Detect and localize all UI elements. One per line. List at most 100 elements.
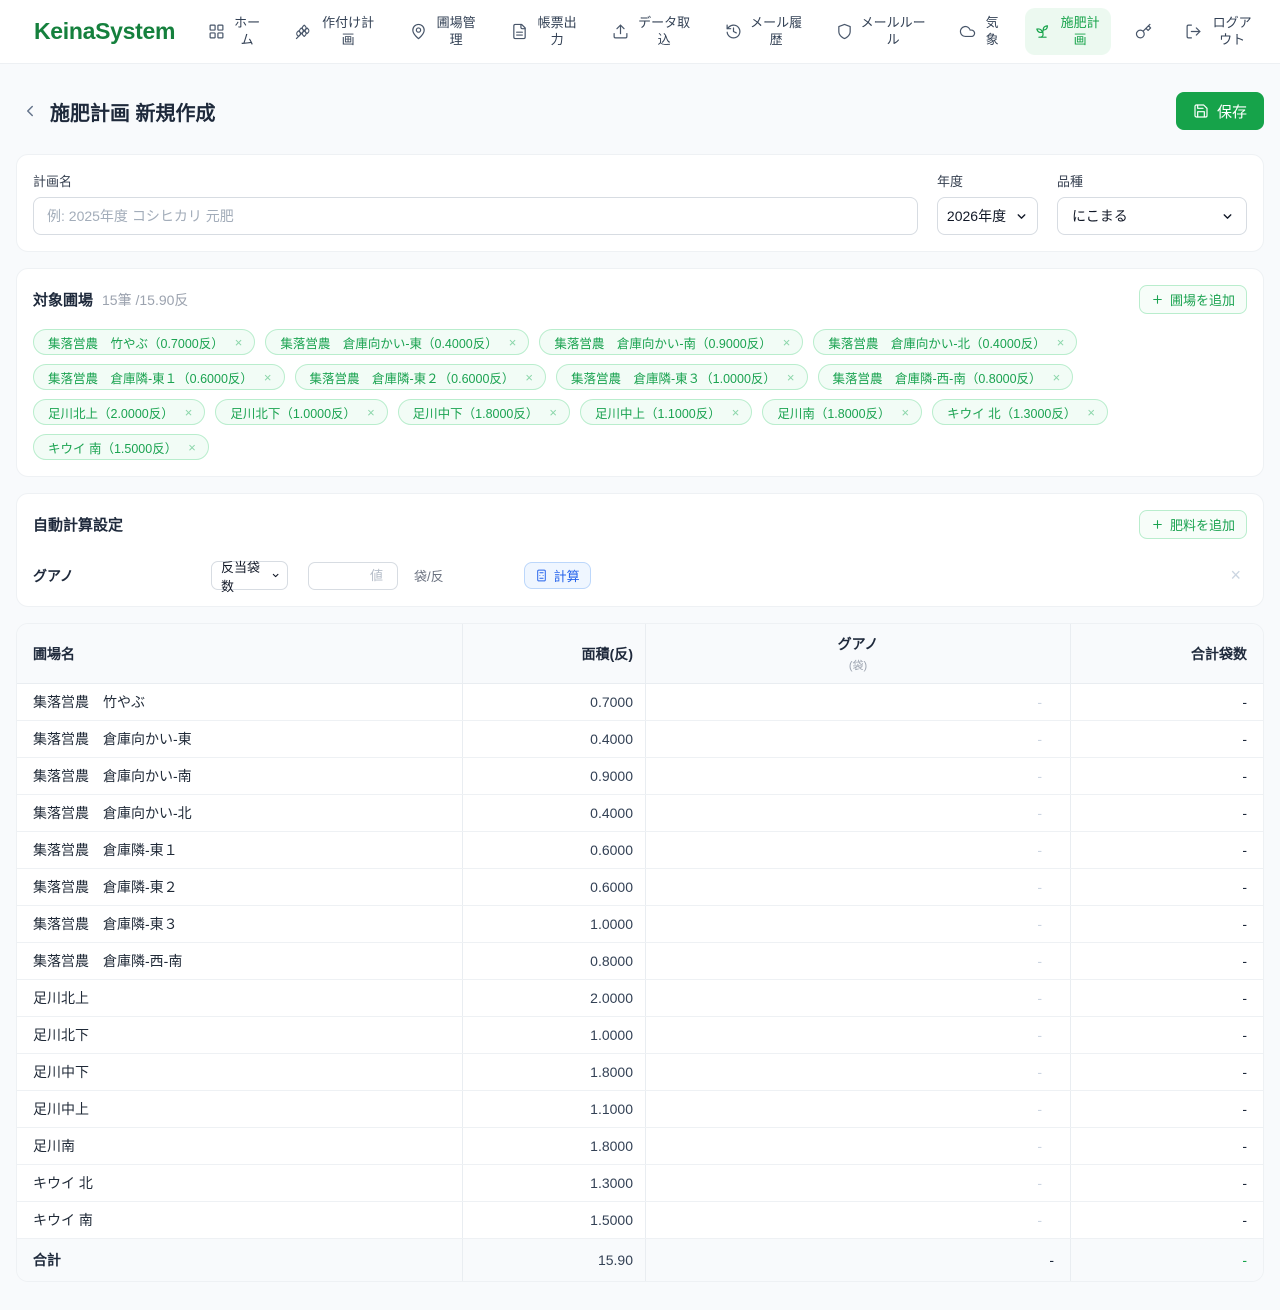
- target-fields-title: 対象圃場: [33, 292, 94, 309]
- add-field-button-label: 圃場を追加: [1169, 293, 1235, 308]
- nav-item-field-management[interactable]: 圃場管理: [401, 8, 487, 56]
- nav-item-password[interactable]: [1126, 16, 1161, 47]
- plan-name-input[interactable]: [33, 197, 918, 235]
- add-fertilizer-button[interactable]: 肥料を追加: [1138, 510, 1247, 539]
- total-bags-cell: -: [1242, 1064, 1247, 1080]
- field-chip: 集落営農 竹やぶ（0.7000反） ×: [33, 329, 256, 355]
- field-chip-label: キウイ 南（1.5000反）: [48, 441, 178, 456]
- upload-icon: [613, 24, 628, 39]
- total-bags-cell: -: [1242, 1175, 1247, 1191]
- auto-calc-card: 自動計算設定 肥料を追加 グアノ 反当袋数 袋/反 計算 ×: [16, 493, 1264, 607]
- back-button[interactable]: [16, 97, 44, 125]
- header-fertilizer-unit: (袋): [848, 660, 868, 672]
- total-bags-cell: -: [1242, 990, 1247, 1006]
- total-bags-cell: -: [1242, 916, 1247, 932]
- guano-cell[interactable]: -: [646, 1202, 1071, 1238]
- nav-item-fertilization-plan[interactable]: 施肥計画: [1025, 7, 1112, 56]
- remove-chip-icon[interactable]: ×: [188, 441, 196, 454]
- area-cell: 1.1000: [463, 1091, 646, 1127]
- variety-select[interactable]: にこまる: [1057, 197, 1247, 235]
- header-area: 面積(反): [463, 624, 646, 683]
- field-chip-label: 足川北下（1.0000反）: [230, 406, 357, 421]
- guano-cell[interactable]: -: [646, 943, 1071, 979]
- area-cell: 0.9000: [463, 758, 646, 794]
- remove-chip-icon[interactable]: ×: [1057, 336, 1065, 349]
- table-header-row: 圃場名 面積(反) グアノ (袋) 合計袋数: [17, 624, 1263, 684]
- remove-chip-icon[interactable]: ×: [525, 371, 533, 384]
- nav-item-data-import[interactable]: データ取込: [603, 8, 701, 56]
- field-chips: 集落営農 竹やぶ（0.7000反） × 集落営農 倉庫向かい-東（0.4000反…: [33, 329, 1247, 460]
- guano-cell[interactable]: -: [646, 795, 1071, 831]
- area-cell: 0.4000: [463, 795, 646, 831]
- guano-cell[interactable]: -: [646, 684, 1071, 720]
- nav-item-logout[interactable]: ログアウト: [1176, 8, 1264, 56]
- guano-cell[interactable]: -: [646, 869, 1071, 905]
- area-cell: 0.6000: [463, 832, 646, 868]
- year-select[interactable]: 2026年度: [937, 197, 1038, 235]
- nav-item-weather[interactable]: 気象: [950, 8, 1010, 56]
- nav-label: 気象: [985, 14, 999, 47]
- calculate-button[interactable]: 計算: [523, 562, 591, 589]
- fields-table: 圃場名 面積(反) グアノ (袋) 合計袋数 集落営農 竹やぶ 0.7000 -…: [16, 623, 1264, 1282]
- total-bags-cell: -: [1242, 1138, 1247, 1154]
- table-body: 集落営農 竹やぶ 0.7000 - - 集落営農 倉庫向かい-東 0.4000 …: [17, 684, 1263, 1239]
- field-chip-label: 足川南（1.8000反）: [777, 406, 891, 421]
- header-field-name: 圃場名: [17, 624, 463, 683]
- field-chip: 集落営農 倉庫向かい-南（0.9000反） ×: [539, 329, 804, 355]
- plus-icon: [1153, 295, 1162, 304]
- guano-cell[interactable]: -: [646, 1091, 1071, 1127]
- remove-chip-icon[interactable]: ×: [185, 406, 193, 419]
- calc-value-input[interactable]: [308, 561, 398, 590]
- top-navigation: KeinaSystem ホーム 作付け計画 圃場管理 帳票出力 データ取込 メー…: [0, 0, 1280, 64]
- nav-item-report-output[interactable]: 帳票出力: [502, 8, 588, 56]
- plus-icon: [1153, 520, 1162, 529]
- auto-calc-title: 自動計算設定: [33, 517, 124, 534]
- guano-cell[interactable]: -: [646, 721, 1071, 757]
- area-cell: 1.3000: [463, 1165, 646, 1201]
- guano-cell[interactable]: -: [646, 1165, 1071, 1201]
- guano-cell[interactable]: -: [646, 758, 1071, 794]
- remove-chip-icon[interactable]: ×: [367, 406, 375, 419]
- nav-item-mail-rules[interactable]: メールルール: [827, 8, 935, 56]
- field-chip-label: 足川北上（2.0000反）: [48, 406, 174, 421]
- field-name-cell: 足川中上: [17, 1091, 463, 1127]
- remove-chip-icon[interactable]: ×: [235, 336, 243, 349]
- guano-cell[interactable]: -: [646, 1054, 1071, 1090]
- year-label: 年度: [937, 174, 964, 189]
- nav-label: 帳票出力: [537, 14, 577, 47]
- total-bags-cell: -: [1242, 953, 1247, 969]
- guano-cell[interactable]: -: [646, 1128, 1071, 1164]
- remove-chip-icon[interactable]: ×: [509, 336, 517, 349]
- app-logo: KeinaSystem: [34, 18, 176, 44]
- area-cell: 1.8000: [463, 1054, 646, 1090]
- calc-mode-select[interactable]: 反当袋数: [211, 560, 288, 594]
- calc-mode-value: 反当袋数: [221, 559, 261, 594]
- guano-cell[interactable]: -: [646, 1017, 1071, 1053]
- nav-label: 施肥計画: [1060, 14, 1100, 47]
- total-bags-cell: -: [1242, 879, 1247, 895]
- remove-fertilizer-icon[interactable]: ×: [1230, 565, 1247, 586]
- remove-chip-icon[interactable]: ×: [549, 406, 557, 419]
- nav-item-planting-plan[interactable]: 作付け計画: [286, 8, 386, 56]
- remove-chip-icon[interactable]: ×: [902, 406, 910, 419]
- save-button[interactable]: 保存: [1175, 92, 1264, 130]
- nav-item-mail-history[interactable]: メール履歴: [716, 8, 812, 56]
- fertilizer-row: グアノ 反当袋数 袋/反 計算 ×: [33, 560, 1247, 594]
- guano-cell[interactable]: -: [646, 832, 1071, 868]
- table-row: 足川中上 1.1000 - -: [17, 1091, 1263, 1128]
- nav-item-home[interactable]: ホーム: [199, 8, 271, 56]
- nav-label: ホーム: [234, 14, 261, 47]
- guano-cell[interactable]: -: [646, 906, 1071, 942]
- remove-chip-icon[interactable]: ×: [732, 406, 740, 419]
- total-guano-cell: -: [646, 1239, 1071, 1281]
- remove-chip-icon[interactable]: ×: [787, 371, 795, 384]
- add-field-button[interactable]: 圃場を追加: [1138, 285, 1247, 314]
- field-chip: 集落営農 倉庫向かい-北（0.4000反） ×: [813, 329, 1078, 355]
- logout-icon: [1186, 24, 1201, 39]
- remove-chip-icon[interactable]: ×: [1053, 371, 1061, 384]
- remove-chip-icon[interactable]: ×: [264, 371, 272, 384]
- guano-cell[interactable]: -: [646, 980, 1071, 1016]
- remove-chip-icon[interactable]: ×: [1087, 406, 1095, 419]
- table-row: 足川南 1.8000 - -: [17, 1128, 1263, 1165]
- remove-chip-icon[interactable]: ×: [783, 336, 791, 349]
